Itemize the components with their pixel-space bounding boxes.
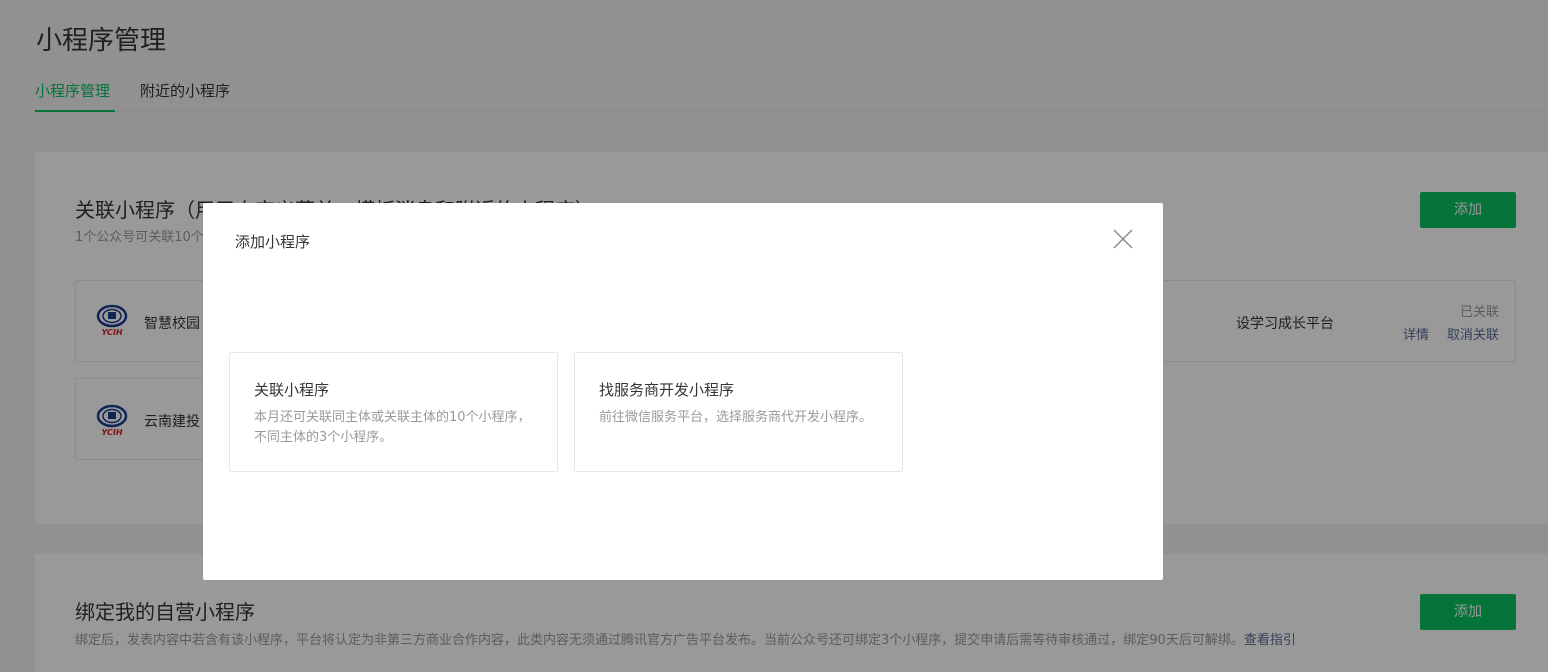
option-description: 前往微信服务平台，选择服务商代开发小程序。 (599, 410, 873, 425)
link-mini-program-option[interactable]: 关联小程序 本月还可关联同主体或关联主体的10个小程序，不同主体的3个小程序。 (229, 352, 558, 472)
close-icon[interactable] (1111, 227, 1135, 251)
option-title: 关联小程序 (254, 381, 330, 399)
option-title: 找服务商开发小程序 (599, 381, 735, 399)
option-description: 本月还可关联同主体或关联主体的10个小程序，不同主体的3个小程序。 (254, 410, 531, 445)
find-service-provider-option[interactable]: 找服务商开发小程序 前往微信服务平台，选择服务商代开发小程序。 (574, 352, 903, 472)
add-mini-program-dialog: 添加小程序 关联小程序 本月还可关联同主体或关联主体的10个小程序，不同主体的3… (203, 203, 1163, 580)
dialog-title: 添加小程序 (235, 233, 311, 251)
